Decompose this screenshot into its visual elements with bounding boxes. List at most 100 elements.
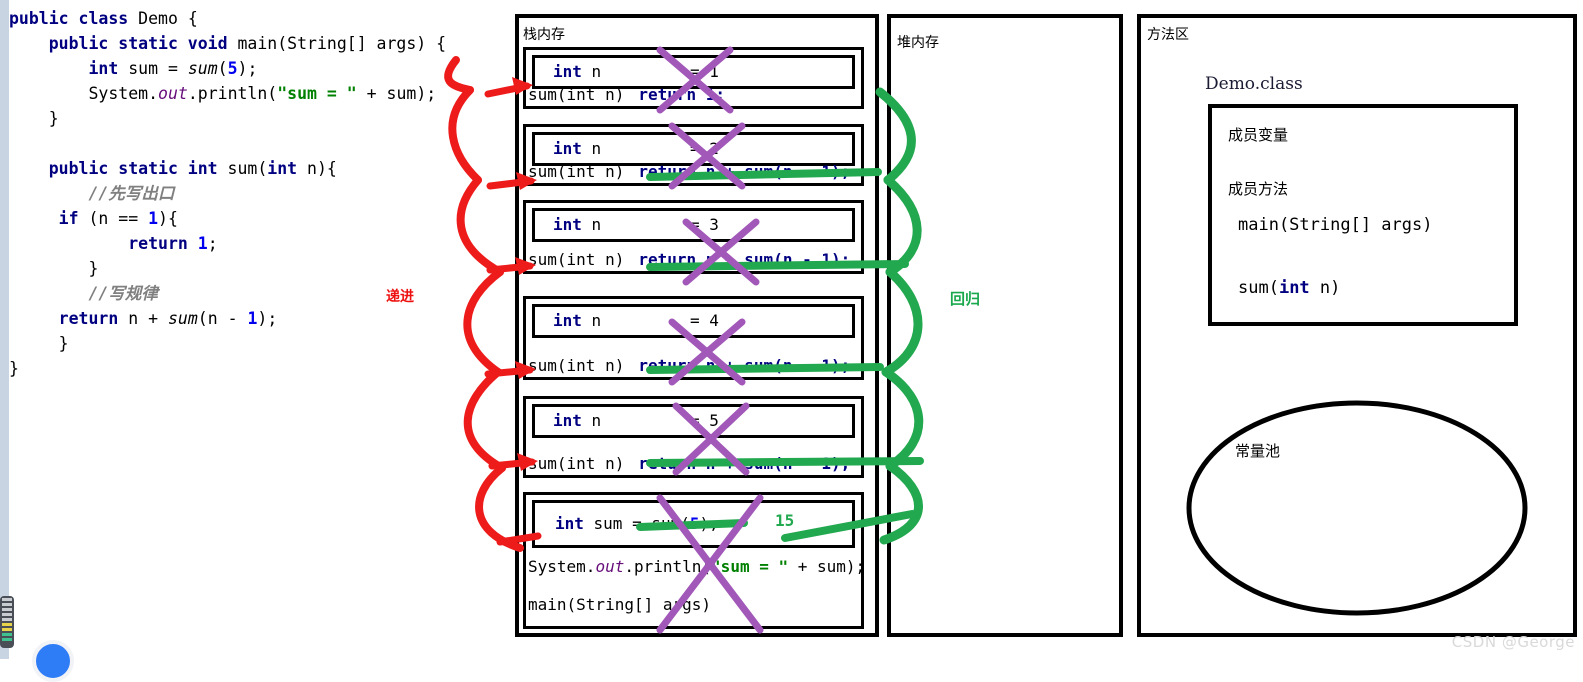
- code-token: int: [9, 59, 129, 78]
- variable-type-keyword: int: [553, 215, 592, 234]
- variable-value: = 5: [690, 411, 719, 430]
- stack-frame-signature: sum(int n) return n + sum(n - 1);: [528, 250, 850, 269]
- stack-frame-variable-box: int n = 5: [532, 404, 855, 438]
- code-token: }: [9, 109, 59, 128]
- variable-value: = 4: [690, 311, 719, 330]
- frame-return-statement: return 1;: [638, 85, 726, 104]
- println-string-literal: "sum = ": [711, 557, 789, 576]
- code-token: + sum);: [356, 84, 437, 103]
- variable-type-keyword: int: [553, 311, 592, 330]
- method-sum-suffix: n): [1319, 278, 1341, 298]
- code-token: 5: [227, 59, 238, 78]
- frame-method-signature: sum(int n): [528, 250, 625, 269]
- code-token: public static int: [9, 159, 228, 178]
- code-line: public static int sum(int n){: [9, 156, 509, 181]
- stack-frame-signature: sum(int n) return 1;: [528, 85, 725, 104]
- code-token: "sum = ": [277, 84, 357, 103]
- stack-frame-variable-box: int n = 3: [532, 208, 855, 242]
- code-token: sum: [187, 59, 218, 78]
- code-token: //先写出口: [9, 184, 175, 203]
- stack-frame-variable-box: int n = 2: [532, 132, 855, 166]
- recursion-return-label: 回归: [950, 290, 981, 308]
- code-token: 1: [197, 234, 208, 253]
- stack-frame-signature: sum(int n) return n + sum(n - 1);: [528, 162, 850, 181]
- frame-return-statement: return n + sum(n - 1);: [638, 250, 851, 269]
- variable-value: = 1: [690, 62, 719, 81]
- main-var-end: );: [699, 514, 719, 533]
- code-token: (n -: [197, 309, 248, 328]
- variable-type-keyword: int: [553, 62, 592, 81]
- taskbar-monitor-icon[interactable]: [0, 596, 14, 648]
- frame-method-signature: sum(int n): [528, 162, 625, 181]
- code-token: );: [237, 59, 258, 78]
- code-line: }: [9, 356, 509, 381]
- code-token: ){: [158, 209, 178, 228]
- stack-frame-main: int sum = sum(5); 15 System.out.println("s…: [523, 492, 865, 629]
- main-method-signature: main(String[] args): [528, 595, 712, 614]
- computed-result-value: 15: [775, 511, 795, 530]
- variable-value: = 2: [690, 139, 719, 158]
- code-token: public: [9, 9, 79, 28]
- main-var-keyword: int: [555, 514, 594, 533]
- code-line: System.out.println("sum = " + sum);: [9, 81, 509, 106]
- println-out-field: out: [595, 557, 625, 576]
- variable-name: n: [591, 62, 602, 81]
- main-var-name: sum =: [593, 514, 652, 533]
- stack-frame: int n = 3 sum(int n) return n + sum(n - 1);: [523, 200, 864, 274]
- frame-return-statement: return n + sum(n - 1);: [638, 356, 851, 375]
- heap-memory-box: [887, 14, 1123, 637]
- method-area-title: 方法区: [1147, 27, 1189, 43]
- code-line: return 1;: [9, 231, 509, 256]
- stack-memory-title: 栈内存: [523, 27, 565, 43]
- method-sum-prefix: sum(: [1238, 278, 1279, 298]
- stack-frame: int n = 5 sum(int n) return n + sum(n - 1);: [523, 396, 864, 478]
- member-methods-label: 成员方法: [1228, 180, 1289, 198]
- stack-frame: int n = 2 sum(int n) return n + sum(n - 1);: [523, 124, 864, 186]
- code-token: 1: [148, 209, 159, 228]
- stack-frame: int n = 1 sum(int n) return 1;: [523, 47, 864, 109]
- code-token: }: [9, 359, 19, 378]
- code-token: );: [257, 309, 278, 328]
- stack-frame: int n = 4 sum(int n) return n + sum(n - 1);: [523, 296, 864, 380]
- frame-method-signature: sum(int n): [528, 356, 625, 375]
- member-fields-label: 成员变量: [1228, 126, 1289, 144]
- variable-name: n: [591, 311, 602, 330]
- java-code-listing: public class Demo { public static void m…: [9, 6, 509, 396]
- code-token: Demo {: [138, 9, 198, 28]
- method-sum-signature: sum(int n): [1238, 278, 1340, 298]
- code-token: main(String[] args) {: [237, 34, 447, 53]
- method-main-signature: main(String[] args): [1238, 215, 1433, 235]
- stack-frame-signature: sum(int n) return n + sum(n - 1);: [528, 454, 850, 473]
- code-line: }: [9, 106, 509, 131]
- code-token: sum(: [227, 159, 268, 178]
- frame-return-statement: return n + sum(n - 1);: [638, 454, 851, 473]
- code-token: n +: [128, 309, 168, 328]
- variable-name: n: [591, 215, 602, 234]
- recursion-descend-label: 递进: [386, 289, 414, 305]
- variable-value: = 3: [690, 215, 719, 234]
- demo-class-label: Demo.class: [1205, 74, 1303, 94]
- println-method: .println(: [624, 557, 712, 576]
- code-token: if: [9, 209, 89, 228]
- stack-frame-variable-box: int n = 4: [532, 304, 855, 338]
- main-println-statement: System.out.println("sum = " + sum);: [528, 557, 865, 576]
- main-var-call: sum(: [651, 514, 690, 533]
- code-token: //写规律: [9, 284, 158, 303]
- code-token: 1: [247, 309, 258, 328]
- code-token: (: [217, 59, 228, 78]
- code-token: class: [78, 9, 139, 28]
- main-frame-variable-box: int sum = sum(5); 15: [532, 500, 855, 548]
- code-line: public static void main(String[] args) {: [9, 31, 509, 56]
- taskbar-browser-icon[interactable]: [32, 640, 74, 682]
- code-token: return: [9, 309, 129, 328]
- code-line: if (n == 1){: [9, 206, 509, 231]
- code-line: }: [9, 331, 509, 356]
- variable-type-keyword: int: [553, 139, 592, 158]
- variable-name: n: [591, 411, 602, 430]
- frame-return-statement: return n + sum(n - 1);: [638, 162, 851, 181]
- frame-method-signature: sum(int n): [528, 85, 625, 104]
- code-token: System.: [9, 84, 159, 103]
- code-token: public static void: [9, 34, 238, 53]
- main-variable-statement: int sum = sum(5);: [535, 514, 719, 533]
